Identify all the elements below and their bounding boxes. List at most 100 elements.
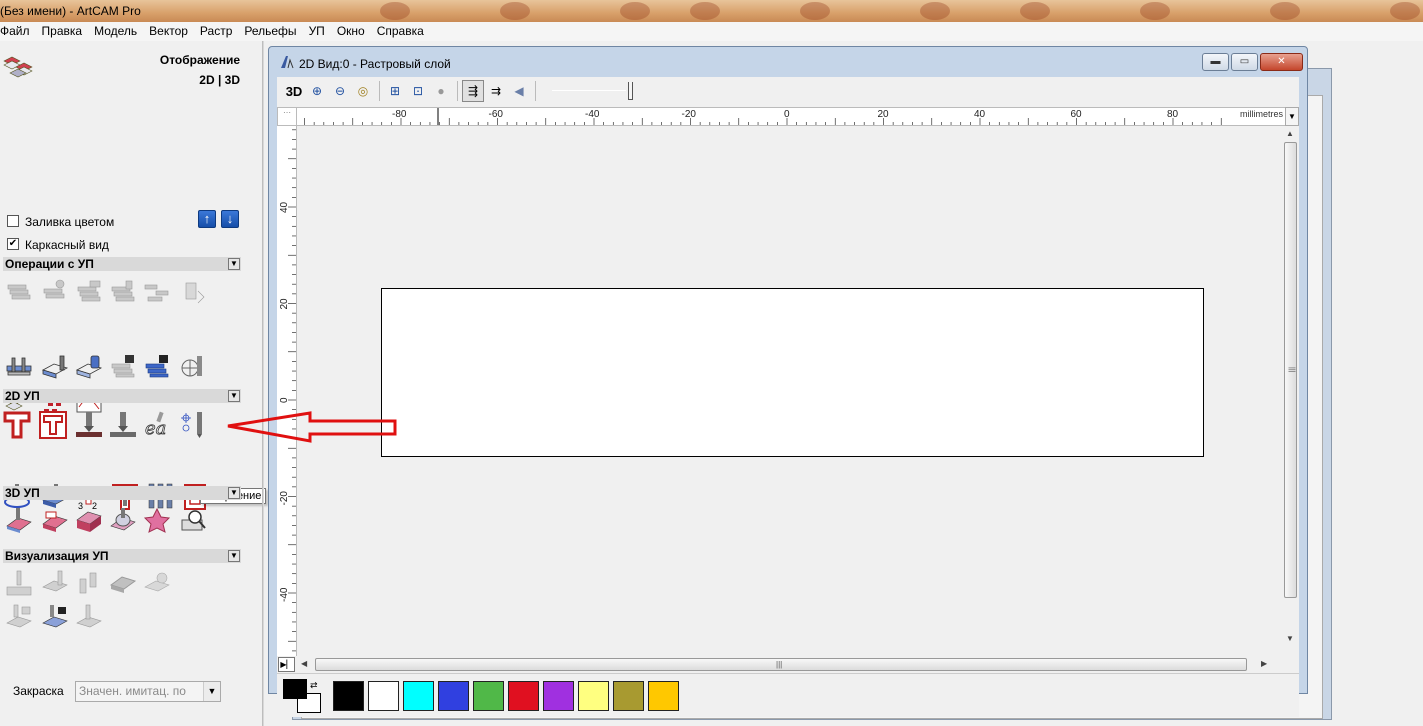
panel-splitter[interactable]: [262, 41, 264, 726]
scroll-right-icon[interactable]: ▶: [1261, 659, 1267, 668]
toolpath-export-icon[interactable]: [108, 352, 138, 382]
transform-toolpath-icon[interactable]: [178, 352, 208, 382]
save-toolpath-icon[interactable]: [142, 352, 172, 382]
close-button[interactable]: ✕: [1260, 53, 1303, 71]
model-area-rectangle[interactable]: [381, 288, 1204, 457]
section-3d-toolpaths[interactable]: 3D УП ▼: [3, 486, 241, 500]
chevron-down-icon[interactable]: ▼: [203, 682, 220, 701]
vertical-scroll-thumb[interactable]: |||: [1284, 142, 1297, 598]
primary-secondary-colors[interactable]: ⇄: [283, 679, 323, 713]
save-simulation-icon[interactable]: [4, 603, 34, 633]
collapse-icon[interactable]: ▼: [228, 487, 240, 499]
save-simulation-relief-icon[interactable]: [40, 603, 70, 633]
simulate-block-icon[interactable]: [40, 569, 70, 599]
maximize-button[interactable]: ▭: [1231, 53, 1258, 71]
profile-machining-icon[interactable]: [2, 410, 32, 440]
drilling-icon[interactable]: [178, 410, 208, 440]
color-swatch[interactable]: [403, 681, 434, 711]
3d-star-machining-icon[interactable]: [142, 506, 172, 536]
color-swatch[interactable]: [543, 681, 574, 711]
display-mode-switch[interactable]: 2D | 3D: [199, 73, 240, 87]
toolpath-summary-icon[interactable]: [4, 277, 34, 307]
minimize-button[interactable]: ▬: [1202, 53, 1229, 71]
zoom-all-icon[interactable]: ●: [430, 80, 452, 102]
zoom-fit-icon[interactable]: ⊞: [384, 80, 406, 102]
material-setup-icon[interactable]: [4, 352, 34, 382]
zoom-box-icon[interactable]: ⊡: [407, 80, 429, 102]
color-swatch[interactable]: [508, 681, 539, 711]
simulation-compare-icon[interactable]: [74, 603, 104, 633]
horizontal-scrollbar[interactable]: ▶▏ ◀ ||| ▶: [277, 656, 1285, 673]
color-swatch[interactable]: [473, 681, 504, 711]
zoom-scroll-button[interactable]: ▶▏: [278, 657, 295, 672]
toolpath-merge-icon[interactable]: [142, 277, 172, 307]
shading-select[interactable]: Значен. имитац. по ▼: [75, 681, 221, 702]
wireframe-checkbox[interactable]: ✔: [7, 238, 19, 250]
toolpath-info-icon[interactable]: [40, 277, 70, 307]
rest-machining-icon[interactable]: [108, 506, 138, 536]
scroll-up-icon[interactable]: ▲: [1286, 129, 1294, 138]
ruler-unit-dropdown[interactable]: ▼: [1285, 107, 1299, 126]
bevel-carving-icon[interactable]: [108, 410, 138, 440]
color-swatch[interactable]: [438, 681, 469, 711]
menu-file[interactable]: Файл: [0, 22, 36, 41]
section-toolpath-operations[interactable]: Операции с УП ▼: [3, 257, 241, 271]
zoom-out-icon[interactable]: ⊖: [329, 80, 351, 102]
simulate-toolpath-icon[interactable]: [4, 569, 34, 599]
slider-thumb[interactable]: [628, 82, 633, 100]
collapse-icon[interactable]: ▼: [228, 258, 240, 270]
color-swatch[interactable]: [368, 681, 399, 711]
fill-color-checkbox[interactable]: [7, 215, 19, 227]
v-bit-carving-icon[interactable]: [74, 410, 104, 440]
zoom-previous-icon[interactable]: ◎: [352, 80, 374, 102]
horizontal-scroll-thumb[interactable]: |||: [315, 658, 1247, 671]
primary-color[interactable]: [283, 679, 307, 699]
grid-toggle-icon[interactable]: ⇶: [462, 80, 484, 102]
material-block-icon[interactable]: [40, 352, 70, 382]
material-cylinder-icon[interactable]: [74, 352, 104, 382]
machine-relief-icon[interactable]: [4, 506, 34, 536]
color-swatch[interactable]: [613, 681, 644, 711]
menu-edit[interactable]: Правка: [36, 22, 89, 41]
toolpath-delete-icon[interactable]: [178, 277, 208, 307]
ruler-corner[interactable]: ⋯: [277, 107, 297, 126]
simulation-material-icon[interactable]: [108, 569, 138, 599]
z-level-roughing-icon[interactable]: [40, 506, 70, 536]
document-title: 2D Вид:0 - Растровый слой: [299, 57, 451, 71]
move-down-button[interactable]: ↓: [221, 210, 239, 228]
simulation-reset-icon[interactable]: [142, 569, 172, 599]
toolpath-calc-icon[interactable]: [108, 277, 138, 307]
toolpath-save-icon[interactable]: [74, 277, 104, 307]
menu-toolpaths[interactable]: УП: [303, 22, 331, 41]
vertical-scrollbar[interactable]: ▲ ||| ▼: [1282, 126, 1299, 656]
scroll-left-icon[interactable]: ◀: [301, 659, 307, 668]
collapse-icon[interactable]: ▼: [228, 550, 240, 562]
menu-help[interactable]: Справка: [371, 22, 430, 41]
inspect-toolpath-icon[interactable]: [178, 506, 208, 536]
menu-model[interactable]: Модель: [88, 22, 143, 41]
snap-toggle-icon[interactable]: ⇉: [485, 80, 507, 102]
simulate-all-icon[interactable]: [74, 569, 104, 599]
color-swatch[interactable]: [333, 681, 364, 711]
menu-bitmap[interactable]: Растр: [194, 22, 238, 41]
zoom-in-icon[interactable]: ⊕: [306, 80, 328, 102]
inlay-engrave-icon[interactable]: ea: [142, 410, 172, 440]
collapse-icon[interactable]: ▼: [228, 390, 240, 402]
color-swatch[interactable]: [578, 681, 609, 711]
scroll-down-icon[interactable]: ▼: [1286, 634, 1294, 643]
section-2d-toolpaths[interactable]: 2D УП ▼: [3, 389, 241, 403]
area-clearance-icon[interactable]: [38, 410, 68, 440]
2d-view-window[interactable]: 2D Вид:0 - Растровый слой ▬ ▭ ✕ 3D ⊕ ⊖ ◎…: [268, 46, 1308, 717]
color-swatch[interactable]: [648, 681, 679, 711]
menu-relief[interactable]: Рельефы: [238, 22, 302, 41]
menu-vector[interactable]: Вектор: [143, 22, 194, 41]
drawing-canvas[interactable]: [297, 126, 1285, 656]
contrast-slider[interactable]: [552, 81, 642, 101]
move-up-button[interactable]: ↑: [198, 210, 216, 228]
rewind-icon[interactable]: ◀: [508, 80, 530, 102]
3d-view-button[interactable]: 3D: [283, 80, 305, 102]
menu-window[interactable]: Окно: [331, 22, 371, 41]
section-toolpath-simulation[interactable]: Визуализация УП ▼: [3, 549, 241, 563]
swap-colors-icon[interactable]: ⇄: [310, 680, 318, 691]
3d-finishing-icon[interactable]: [74, 506, 104, 536]
